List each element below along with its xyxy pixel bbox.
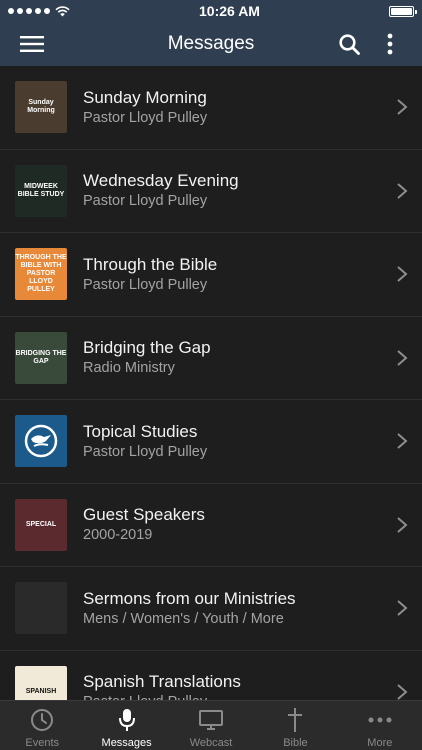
status-time: 10:26 AM [199,3,260,19]
thumbnail-image: Sunday Morning [15,81,67,134]
ellipsis-icon [367,707,393,733]
thumbnail-text: THROUGH THE BIBLE WITH PASTOR LLOYD PULL… [15,254,67,294]
cross-icon [282,707,308,733]
list-item-subtitle: Pastor Lloyd Pulley [83,443,208,460]
list-item-subtitle: Pastor Lloyd Pulley [83,193,208,210]
hamburger-menu-icon [20,36,44,52]
list-item-title: Sunday Morning [83,87,207,107]
list-item-text: Sunday Morning Pastor Lloyd Pulley [83,87,422,128]
thumbnail-image [15,582,67,635]
list-item-text: Spanish Translations Pastor Lloyd Pulley [83,671,422,700]
tab-label: Webcast [189,737,233,749]
list-item-title: Wednesday Evening [83,171,239,191]
thumbnail-image: BRIDGING THE GAP [15,331,67,384]
thumbnail-text: BRIDGING THE GAP [15,349,67,365]
monitor-icon [198,707,224,733]
list-item[interactable]: BRIDGING THE GAP Bridging the Gap Radio … [0,316,422,400]
chevron-right-icon [397,349,408,366]
list-item-title: Spanish Translations [83,672,241,692]
list-item-title: Guest Speakers [83,505,205,525]
tab-messages[interactable]: Messages [84,701,168,750]
topical-logo-icon [24,425,58,458]
thumbnail-text: Sunday Morning [27,99,55,115]
signal-strength-icon [8,8,50,14]
tab-label: More [367,737,393,749]
wifi-icon [55,5,70,16]
chevron-right-icon [397,683,408,700]
list-item-subtitle: Pastor Lloyd Pulley [83,693,422,700]
menu-button[interactable] [12,22,52,66]
tab-bar: Events Messages Webcast Bible More [0,700,422,750]
list-item-subtitle: Mens / Women's / Youth / More [83,610,284,627]
tab-label: Messages [101,737,152,749]
thumbnail-image: SPANISH [15,665,67,700]
chevron-right-icon [397,433,408,450]
thumbnail-image: THROUGH THE BIBLE WITH PASTOR LLOYD PULL… [15,248,67,301]
tab-label: Bible [283,737,308,749]
tab-more[interactable]: More [338,701,422,750]
list-item-title: Through the Bible [83,254,218,274]
thumbnail-image: SPECIAL [15,498,67,551]
list-item-text: Sermons from our Ministries Mens / Women… [83,588,422,629]
search-icon [338,33,360,55]
thumbnail-image [15,415,67,468]
thumbnail-text: SPANISH [25,687,57,695]
list-item[interactable]: SPECIAL Guest Speakers 2000-2019 [0,483,422,567]
chevron-right-icon [397,99,408,116]
list-item[interactable]: Sermons from our Ministries Mens / Women… [0,567,422,651]
list-item[interactable]: SPANISH Spanish Translations Pastor Lloy… [0,650,422,700]
navigation-bar: Messages [0,22,422,66]
microphone-icon [114,707,140,733]
chevron-right-icon [397,516,408,533]
vertical-more-icon [387,33,393,55]
chevron-right-icon [397,600,408,617]
list-item[interactable]: MIDWEEK BIBLE STUDY Wednesday Evening Pa… [0,149,422,233]
list-item[interactable]: Sunday Morning Sunday Morning Pastor Llo… [0,66,422,150]
clock-icon [29,707,55,733]
tab-bible[interactable]: Bible [253,701,337,750]
list-item-subtitle: 2000-2019 [83,527,153,544]
thumbnail-text: MIDWEEK BIBLE STUDY [17,182,65,198]
chevron-right-icon [397,266,408,283]
list-item-title: Topical Studies [83,421,198,441]
more-options-button[interactable] [378,22,402,66]
list-item-text: Wednesday Evening Pastor Lloyd Pulley [83,170,422,211]
list-item-title: Bridging the Gap [83,338,211,358]
search-button[interactable] [334,22,364,66]
list-item[interactable]: Topical Studies Pastor Lloyd Pulley [0,400,422,484]
thumbnail-text: SPECIAL [25,520,57,528]
signal-group [8,5,70,17]
list-item-title: Sermons from our Ministries [83,588,296,608]
battery-fill [390,7,412,15]
tab-label: Events [25,737,60,749]
page-title: Messages [167,33,255,54]
tab-events[interactable]: Events [0,701,84,750]
tab-webcast[interactable]: Webcast [169,701,253,750]
chevron-right-icon [397,182,408,199]
messages-list: Sunday Morning Sunday Morning Pastor Llo… [0,66,422,700]
list-item-text: Topical Studies Pastor Lloyd Pulley [83,421,422,462]
list-item-text: Guest Speakers 2000-2019 [83,504,422,545]
thumbnail-image: MIDWEEK BIBLE STUDY [15,164,67,217]
list-item[interactable]: THROUGH THE BIBLE WITH PASTOR LLOYD PULL… [0,233,422,317]
list-item-subtitle: Pastor Lloyd Pulley [83,276,208,293]
list-item-text: Bridging the Gap Radio Ministry [83,337,422,378]
list-item-text: Through the Bible Pastor Lloyd Pulley [83,254,422,295]
status-bar: 10:26 AM [0,0,422,22]
list-item-subtitle: Pastor Lloyd Pulley [83,109,208,126]
list-item-subtitle: Radio Ministry [83,360,175,377]
battery-icon [388,5,417,17]
